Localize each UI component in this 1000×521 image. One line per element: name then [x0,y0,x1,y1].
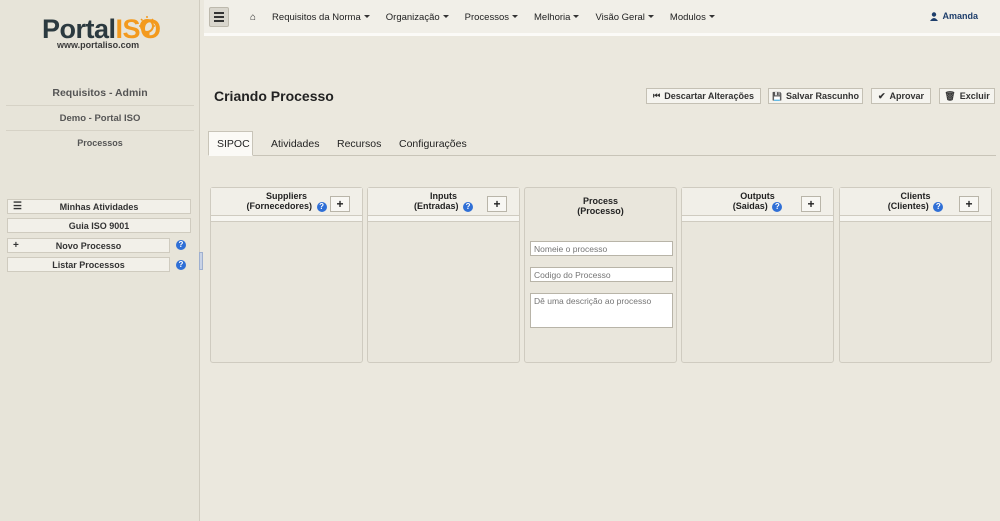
caret-down-icon [708,15,715,19]
logo-url: www.portaliso.com [57,40,140,50]
page-title: Criando Processo [214,88,334,104]
sidebar-item-guia-iso[interactable]: Guia ISO 9001 [7,218,191,233]
sidebar-item-label: Minhas Atividades [59,201,139,212]
fast-backward-icon: ⏮ [653,91,661,100]
process-name-input[interactable] [530,241,673,256]
sidebar-title: Requisitos - Admin [52,87,148,99]
delete-button[interactable]: 🗑 Excluir [939,88,995,104]
column-header: Process (Processo) [577,196,624,216]
add-client-button[interactable]: + [959,196,979,212]
tab-sipoc[interactable]: SIPOC [208,131,253,156]
column-header: Clients (Clientes) ? + [840,188,991,216]
lightbulb-icon [139,16,155,35]
nav-item-processos[interactable]: Processos [457,12,526,23]
floppy-disk-icon: 💾 [772,91,782,101]
sipoc-outputs-column: Outputs (Saidas) ? + [681,187,834,363]
portal-iso-logo[interactable]: PortalISO www.portaliso.com [42,14,162,54]
discard-changes-button[interactable]: ⏮ Descartar Alterações [646,88,761,104]
nav-item-organizacao[interactable]: Organização [378,12,457,23]
sidebar-divider [6,130,194,131]
nav-item-melhoria[interactable]: Melhoria [526,12,587,23]
tab-configuracoes[interactable]: Configurações [391,131,475,156]
sipoc-inputs-column: Inputs (Entradas) ? + [367,187,520,363]
nav-item-modulos[interactable]: Modulos [662,12,723,23]
save-draft-button[interactable]: 💾 Salvar Rascunho [768,88,863,104]
tab-atividades[interactable]: Atividades [263,131,327,156]
process-description-input[interactable] [530,293,673,328]
sidebar-company: Demo - Portal ISO [59,113,141,124]
approve-button[interactable]: ✔ Aprovar [871,88,931,104]
main-content: ⌂ Requisitos da Norma Organização Proces… [204,0,1000,521]
help-icon[interactable]: ? [176,240,186,250]
help-icon[interactable]: ? [316,201,327,212]
help-icon[interactable]: ? [933,201,944,212]
sidebar-item-label: Novo Processo [55,240,122,251]
add-output-button[interactable]: + [801,196,821,212]
caret-down-icon [442,15,449,19]
nav-menu: ⌂ Requisitos da Norma Organização Proces… [242,0,723,34]
caret-down-icon [573,15,580,19]
caret-down-icon [647,15,654,19]
caret-down-icon [512,15,518,19]
sipoc-process-column: Process (Processo) [524,187,677,363]
tab-recursos[interactable]: Recursos [329,131,389,156]
sidebar-item-label: Listar Processos [52,259,125,270]
check-icon: ✔ [877,90,886,101]
sidebar-item-listar-processos[interactable]: Listar Processos [7,257,170,272]
add-supplier-button[interactable]: + [330,196,350,212]
home-icon[interactable]: ⌂ [242,12,264,23]
sipoc-suppliers-column: Suppliers (Fornecedores) ? + [210,187,363,363]
sidebar-item-novo-processo[interactable]: + Novo Processo [7,238,170,253]
add-input-button[interactable]: + [487,196,507,212]
top-navbar: ⌂ Requisitos da Norma Organização Proces… [204,0,1000,36]
user-icon [930,11,939,21]
list-icon: ☰ [13,201,22,212]
column-header: Inputs (Entradas) ? + [368,188,519,216]
sidebar: PortalISO www.portaliso.com Requisitos -… [0,0,200,521]
user-menu[interactable]: Amanda [930,11,978,21]
plus-icon: + [13,240,19,251]
caret-down-icon [363,15,370,19]
column-header: Outputs (Saidas) ? + [682,188,833,216]
sidebar-collapse-handle[interactable] [199,252,203,270]
sipoc-clients-column: Clients (Clientes) ? + [839,187,992,363]
nav-item-requisitos[interactable]: Requisitos da Norma [264,12,378,23]
user-name: Amanda [942,11,978,21]
sidebar-divider [6,105,194,106]
column-header: Suppliers (Fornecedores) ? + [211,188,362,216]
tab-bar: SIPOC Atividades Recursos Configurações [208,131,996,156]
nav-item-visao-geral[interactable]: Visão Geral [587,12,661,23]
help-icon[interactable]: ? [772,201,783,212]
sidebar-item-minhas-atividades[interactable]: ☰ Minhas Atividades [7,199,191,214]
sidebar-section: Processos [77,138,123,148]
help-icon[interactable]: ? [176,260,186,270]
trash-icon: 🗑 [944,90,956,101]
help-icon[interactable]: ? [463,201,474,212]
menu-toggle-button[interactable] [209,7,229,27]
sidebar-item-label: Guia ISO 9001 [68,220,130,231]
process-code-input[interactable] [530,267,673,282]
